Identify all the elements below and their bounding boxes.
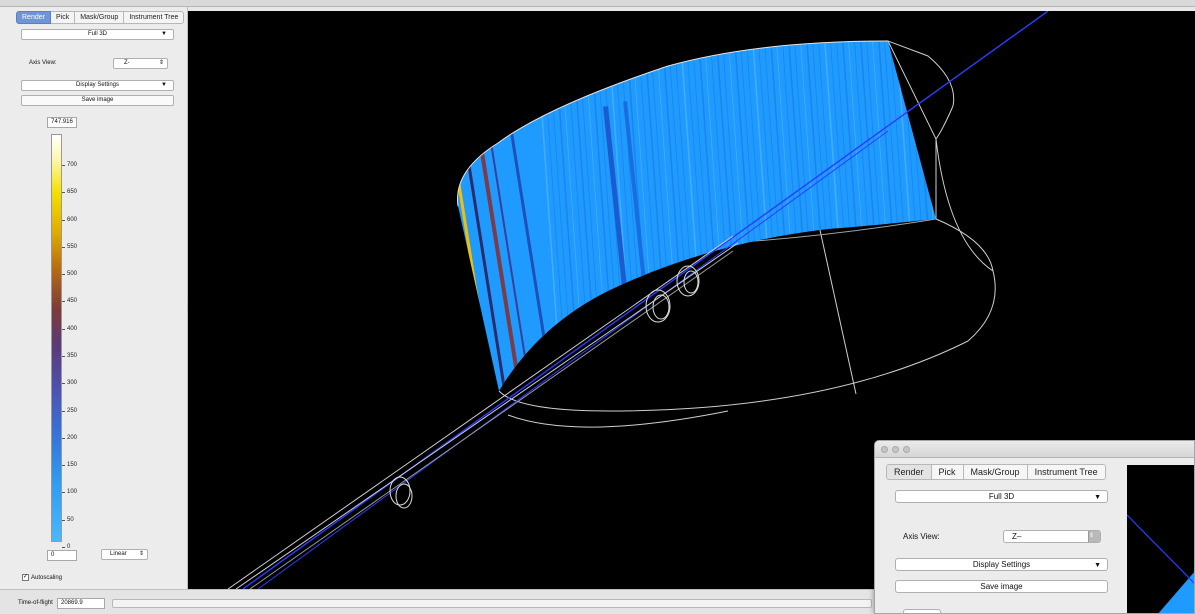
tab-render[interactable]: Render bbox=[16, 11, 51, 24]
display-settings-select[interactable]: Display Settings ▼ bbox=[21, 80, 174, 91]
colorbar-tick bbox=[62, 301, 65, 303]
colorbar-tick-label: 400 bbox=[67, 325, 78, 332]
float-3d-viewport[interactable] bbox=[1127, 465, 1194, 613]
save-image-button[interactable]: Save image bbox=[21, 95, 174, 106]
colorbar-tick bbox=[62, 165, 65, 166]
checkmark-icon: ✓ bbox=[22, 574, 29, 581]
colorbar-tick bbox=[62, 492, 65, 494]
tab-pick[interactable]: Pick bbox=[50, 11, 76, 24]
colorbar-gradient bbox=[51, 134, 62, 542]
chevron-down-icon: ▼ bbox=[1094, 494, 1101, 501]
colorbar-max-field[interactable]: 747.916 bbox=[47, 117, 77, 128]
colorbar-tick bbox=[62, 383, 65, 385]
window-top-strip bbox=[0, 0, 1195, 7]
control-panel: Render Pick Mask/Group Instrument Tree F… bbox=[0, 7, 191, 589]
tof-field[interactable]: 20869.9 bbox=[57, 598, 105, 609]
colorbar-tick-label: 250 bbox=[67, 407, 78, 414]
colorbar-tick bbox=[62, 328, 65, 330]
tab-mask-group[interactable]: Mask/Group bbox=[963, 464, 1028, 480]
float-axis-view-value: Z– bbox=[1012, 532, 1022, 541]
float-display-settings-select[interactable]: Display Settings ▼ bbox=[895, 558, 1108, 571]
float-save-image-button[interactable]: Save image bbox=[895, 580, 1108, 593]
colorbar-tick bbox=[62, 219, 65, 221]
close-window-icon[interactable] bbox=[881, 446, 888, 453]
scale-type-select[interactable]: Linear ⇕ bbox=[101, 549, 148, 560]
colorbar-tick bbox=[62, 465, 65, 467]
colorbar-tick bbox=[62, 192, 65, 194]
colorbar-tick-label: 150 bbox=[67, 462, 78, 469]
colorbar-tick-label: 450 bbox=[67, 298, 78, 305]
stepper-icon: ⇕ bbox=[158, 60, 164, 66]
tab-render[interactable]: Render bbox=[886, 464, 932, 480]
colorbar-tick-label: 300 bbox=[67, 380, 78, 387]
axis-view-label: Axis View: bbox=[29, 60, 57, 66]
colorbar-tick-label: 550 bbox=[67, 243, 78, 250]
render-mode-value: Full 3D bbox=[87, 31, 107, 37]
zoom-window-icon[interactable] bbox=[903, 446, 910, 453]
float-render-mode-select[interactable]: Full 3D ▼ bbox=[895, 490, 1108, 503]
window-titlebar[interactable] bbox=[875, 441, 1194, 458]
tof-label: Time-of-flight bbox=[18, 600, 53, 606]
colorbar-tick bbox=[62, 437, 65, 439]
chevron-down-icon: ▼ bbox=[161, 31, 167, 37]
float-instrument-render bbox=[1127, 514, 1194, 613]
float-axis-view-label: Axis View: bbox=[903, 532, 940, 541]
autoscaling-label: Autoscaling bbox=[31, 574, 63, 581]
float-max-field[interactable] bbox=[903, 609, 941, 613]
tab-pick[interactable]: Pick bbox=[931, 464, 964, 480]
axis-view-select[interactable]: Z- ⇕ bbox=[113, 58, 168, 69]
scale-type-value: Linear bbox=[110, 551, 127, 557]
minimize-window-icon[interactable] bbox=[892, 446, 899, 453]
float-render-mode-value: Full 3D bbox=[988, 492, 1015, 501]
autoscaling-checkbox[interactable]: ✓ Autoscaling bbox=[22, 574, 62, 581]
colorbar-tick bbox=[62, 356, 65, 357]
chevron-down-icon: ▼ bbox=[161, 82, 167, 88]
render-mode-select[interactable]: Full 3D ▼ bbox=[21, 29, 174, 40]
floating-instrument-window: Render Pick Mask/Group Instrument Tree F… bbox=[874, 440, 1195, 614]
stepper-icon: ⇕ bbox=[138, 551, 144, 557]
tab-instrument-tree[interactable]: Instrument Tree bbox=[1027, 464, 1106, 480]
chevron-down-icon: ▼ bbox=[1094, 562, 1101, 569]
colorbar-min-field[interactable]: 0 bbox=[47, 550, 77, 561]
stepper-icon: ⇕ bbox=[1088, 531, 1100, 542]
colorbar-tick-label: 500 bbox=[67, 271, 78, 278]
tab-mask-group[interactable]: Mask/Group bbox=[75, 11, 125, 24]
colorbar-tick bbox=[62, 547, 65, 548]
colorbar-tick-label: 100 bbox=[67, 489, 78, 496]
float-axis-view-select[interactable]: Z– ⇕ bbox=[1003, 530, 1101, 543]
colorbar-tick bbox=[62, 246, 65, 248]
colorbar-tick bbox=[62, 410, 65, 412]
float-display-settings-label: Display Settings bbox=[972, 560, 1031, 569]
display-settings-label: Display Settings bbox=[75, 82, 120, 88]
colorbar-tick-label: 350 bbox=[67, 353, 78, 359]
colorbar-tick-label: 700 bbox=[67, 162, 78, 168]
colorbar-tick-label: 650 bbox=[67, 189, 78, 196]
axis-view-value: Z- bbox=[124, 60, 130, 66]
float-panel-tabs: Render Pick Mask/Group Instrument Tree bbox=[886, 464, 1106, 480]
colorbar-tick bbox=[62, 519, 65, 521]
panel-tabs: Render Pick Mask/Group Instrument Tree bbox=[16, 11, 185, 24]
tab-instrument-tree[interactable]: Instrument Tree bbox=[124, 11, 185, 24]
colorbar-tick-label: 600 bbox=[67, 216, 78, 223]
tof-slider[interactable] bbox=[112, 599, 872, 608]
colorbar-tick-label: 200 bbox=[67, 434, 78, 441]
colorbar-tick bbox=[62, 274, 65, 276]
colorbar-tick-label: 50 bbox=[67, 516, 74, 523]
detector-panel bbox=[457, 41, 936, 391]
